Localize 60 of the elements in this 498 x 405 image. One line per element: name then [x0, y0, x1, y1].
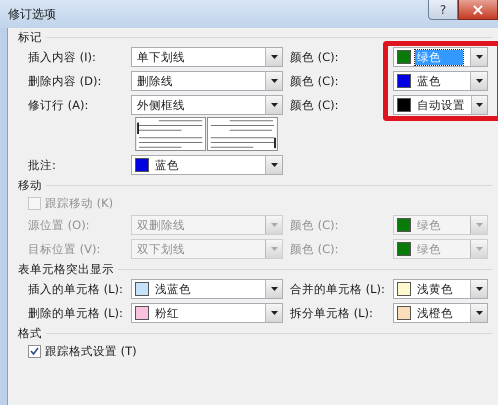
dropdown-arrow-button[interactable] — [265, 304, 282, 322]
caret-icon — [476, 287, 482, 291]
caret-icon — [476, 103, 483, 107]
dropdown-arrow-button[interactable] — [470, 72, 487, 90]
field-label: 合并的单元格 (L): — [289, 282, 386, 296]
caret-icon — [270, 223, 278, 227]
dropdown[interactable]: 单下划线 — [131, 47, 283, 67]
dropdown-arrow-button[interactable] — [470, 304, 487, 322]
field-label: 颜色 (C): — [289, 98, 340, 112]
caret-icon — [270, 55, 278, 59]
field-label: 颜色 (C): — [289, 242, 340, 256]
dropdown-arrow-button[interactable] — [265, 96, 282, 114]
caret-icon — [476, 311, 482, 315]
section-heading: 格式 — [18, 326, 42, 341]
caret-icon — [270, 287, 278, 291]
color-dropdown[interactable]: 浅橙色 — [393, 303, 488, 323]
dropdown[interactable]: 删除线 — [131, 71, 283, 91]
caret-icon — [270, 79, 278, 83]
caret-icon — [476, 79, 482, 83]
field-label: 颜色 (C): — [289, 218, 340, 232]
dropdown-arrow-button[interactable] — [265, 48, 282, 66]
checkbox[interactable] — [28, 344, 41, 358]
field-label: 插入内容 (I): — [28, 50, 97, 64]
checkbox-label: 跟踪格式设置 (T) — [45, 344, 137, 358]
caret-icon — [476, 247, 482, 251]
field-label: 修订行 (A): — [28, 98, 90, 112]
dropdown-arrow-button[interactable] — [470, 48, 487, 66]
field-label: 删除的单元格 (L): — [28, 306, 124, 320]
color-dropdown[interactable]: 自动设置 — [393, 95, 488, 115]
dropdown-arrow-button[interactable] — [265, 280, 282, 298]
color-dropdown[interactable]: 粉红 — [131, 303, 283, 323]
color-dropdown[interactable]: 蓝色 — [393, 71, 488, 91]
caret-icon — [270, 103, 278, 107]
caret-icon — [270, 163, 278, 167]
field-label: 颜色 (C): — [289, 50, 340, 64]
caret-icon — [270, 311, 278, 315]
help-button[interactable]: ? — [428, 0, 458, 20]
section-heading: 表单元格突出显示 — [18, 262, 114, 277]
dropdown-arrow-button[interactable] — [265, 156, 282, 174]
color-dropdown[interactable]: 浅黄色 — [393, 279, 488, 299]
dropdown-arrow-button[interactable] — [471, 96, 487, 114]
section-heading: 移动 — [18, 178, 42, 193]
field-label: 删除内容 (D): — [28, 74, 102, 88]
caret-icon — [476, 223, 482, 227]
dropdown[interactable]: 外侧框线 — [131, 95, 283, 115]
field-label: 目标位置 (V): — [28, 242, 102, 256]
caret-icon — [476, 55, 482, 59]
field-label: 插入的单元格 (L): — [28, 282, 124, 296]
window-title: 修订选项 — [8, 6, 56, 22]
color-dropdown[interactable]: 蓝色 — [131, 155, 283, 175]
field-label: 拆分单元格 (L): — [289, 306, 374, 320]
field-label: 颜色 (C): — [289, 74, 340, 88]
checkbox-label: 跟踪移动 (K) — [45, 196, 114, 210]
caret-icon — [270, 247, 278, 251]
color-dropdown[interactable]: 浅蓝色 — [131, 279, 283, 299]
dropdown-arrow-button[interactable] — [470, 280, 487, 298]
field-label: 批注: — [28, 158, 57, 172]
section-heading: 标记 — [18, 30, 42, 45]
dropdown-arrow-button[interactable] — [265, 72, 282, 90]
field-label: 源位置 (O): — [28, 218, 91, 232]
